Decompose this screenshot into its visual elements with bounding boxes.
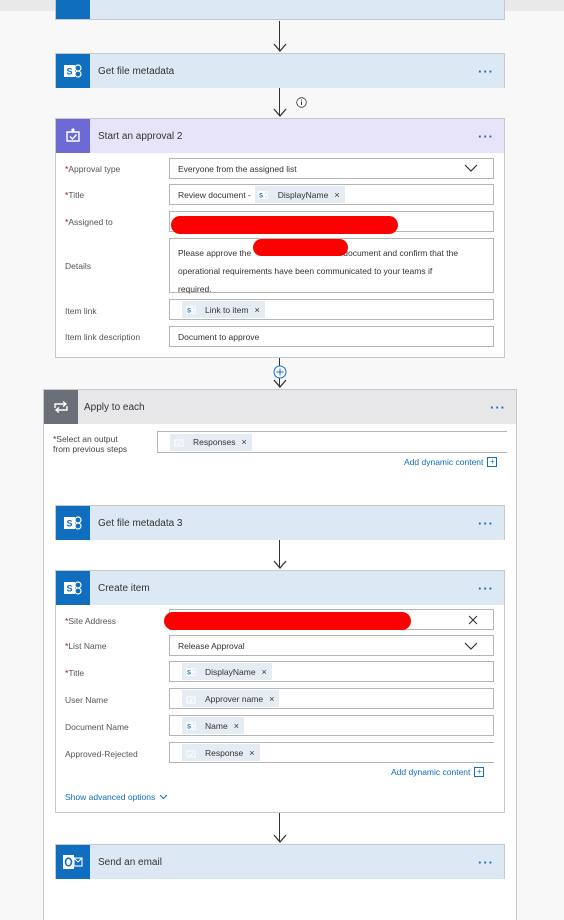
svg-text:S: S [186, 308, 190, 314]
approval-icon [182, 744, 199, 761]
chevron-down-icon[interactable] [464, 642, 478, 651]
title-label: *Title [65, 668, 85, 678]
assigned-to-label: *Assigned to [65, 217, 113, 227]
document-name-label: Document Name [65, 722, 129, 732]
dynamic-token[interactable]: S Name × [182, 717, 244, 734]
redaction-mark [171, 216, 398, 234]
approval-icon [182, 690, 199, 707]
redaction-mark [253, 239, 348, 256]
approved-rejected-field[interactable]: Response × [169, 742, 494, 763]
get-file-metadata-3-card[interactable]: S Get file metadata 3 ··· [55, 505, 505, 540]
approval-type-label: *Approval type [65, 164, 121, 174]
plus-icon: + [487, 457, 498, 467]
details-label: Details [65, 261, 91, 271]
approved-rejected-label: Approved-Rejected [65, 749, 138, 759]
sharepoint-icon: S [56, 506, 90, 540]
remove-token-icon[interactable]: × [254, 305, 259, 315]
flow-arrow [273, 813, 287, 844]
item-link-field[interactable]: S Link to item × [169, 299, 494, 320]
site-address-label: *Site Address [65, 616, 117, 626]
remove-token-icon[interactable]: × [269, 694, 274, 704]
show-advanced-options-link[interactable]: Show advanced options [65, 792, 168, 802]
select-output-label: *Select an output from previous steps [53, 434, 128, 454]
sharepoint-icon: S [56, 54, 90, 88]
card-title: Get file metadata 3 [98, 517, 183, 529]
document-name-field[interactable]: S Name × [169, 715, 494, 736]
item-link-label: Item link [65, 306, 97, 316]
insert-step-plus-icon[interactable] [273, 365, 287, 379]
redaction-mark [164, 612, 411, 630]
list-name-dropdown[interactable]: Release Approval [169, 635, 494, 656]
chevron-down-icon [159, 794, 168, 800]
previous-action-card[interactable] [55, 0, 505, 20]
card-title: Send an email [98, 856, 162, 868]
item-link-description-label: Item link description [65, 332, 141, 342]
list-name-label: *List Name [65, 641, 107, 651]
more-options-icon[interactable]: ··· [478, 856, 494, 869]
dynamic-token[interactable]: Responses × [170, 433, 252, 451]
remove-token-icon[interactable]: × [234, 721, 239, 731]
get-file-metadata-card[interactable]: S Get file metadata ··· [55, 53, 505, 88]
dynamic-token[interactable]: Response × [182, 744, 260, 761]
sharepoint-icon: S [182, 717, 199, 734]
approval-icon [170, 434, 187, 451]
more-options-icon[interactable]: ··· [478, 65, 494, 78]
create-item-card[interactable]: S Create item ··· *Site Address *List Na… [55, 570, 505, 813]
send-email-card[interactable]: Send an email ··· [55, 844, 505, 879]
outlook-icon [56, 845, 90, 879]
dynamic-token[interactable]: S DisplayName × [254, 186, 345, 203]
flow-arrow [273, 540, 287, 570]
more-options-icon[interactable]: ··· [478, 582, 494, 595]
approval-icon [56, 119, 90, 153]
user-name-label: User Name [65, 695, 108, 705]
sharepoint-icon: S [182, 301, 199, 318]
info-icon[interactable] [296, 97, 307, 108]
flow-arrow [273, 88, 287, 118]
card-title: Get file metadata [98, 65, 175, 77]
remove-token-icon[interactable]: × [249, 748, 254, 758]
card-title: Create item [98, 582, 150, 594]
remove-token-icon[interactable]: × [242, 437, 247, 447]
chevron-down-icon[interactable] [464, 164, 478, 173]
clear-icon[interactable] [468, 615, 478, 625]
loop-icon [44, 390, 78, 424]
more-options-icon[interactable]: ··· [478, 130, 494, 143]
sharepoint-icon [56, 0, 90, 19]
title-field[interactable]: Review document - S DisplayName × [169, 184, 494, 205]
svg-text:S: S [186, 670, 190, 676]
sharepoint-icon: S [182, 663, 199, 680]
user-name-field[interactable]: Approver name × [169, 688, 494, 709]
dynamic-token[interactable]: Approver name × [182, 690, 280, 707]
svg-text:S: S [186, 724, 190, 730]
svg-text:S: S [66, 584, 72, 594]
sharepoint-icon: S [255, 186, 272, 203]
dynamic-token[interactable]: S Link to item × [182, 301, 265, 318]
remove-token-icon[interactable]: × [334, 190, 339, 200]
svg-text:S: S [259, 193, 263, 199]
approval-type-dropdown[interactable]: Everyone from the assigned list [169, 158, 494, 179]
title-label: *Title [65, 190, 85, 200]
remove-token-icon[interactable]: × [262, 667, 267, 677]
dynamic-token[interactable]: S DisplayName × [182, 663, 272, 680]
plus-icon: + [474, 767, 485, 777]
svg-text:S: S [66, 67, 72, 77]
card-title: Apply to each [84, 401, 145, 413]
svg-text:S: S [66, 519, 72, 529]
add-dynamic-content-link[interactable]: Add dynamic content + [391, 767, 485, 777]
add-dynamic-content-link[interactable]: Add dynamic content + [404, 457, 498, 467]
item-link-description-field[interactable]: Document to approve [169, 326, 494, 347]
select-output-field[interactable]: Responses × [157, 431, 507, 453]
sharepoint-icon: S [56, 571, 90, 605]
title-field[interactable]: S DisplayName × [169, 661, 494, 682]
more-options-icon[interactable]: ··· [478, 517, 494, 530]
flow-arrow [273, 21, 287, 53]
more-options-icon[interactable]: ··· [490, 401, 506, 414]
card-title: Start an approval 2 [98, 130, 183, 142]
start-approval-card[interactable]: Start an approval 2 ··· *Approval type E… [55, 118, 505, 358]
